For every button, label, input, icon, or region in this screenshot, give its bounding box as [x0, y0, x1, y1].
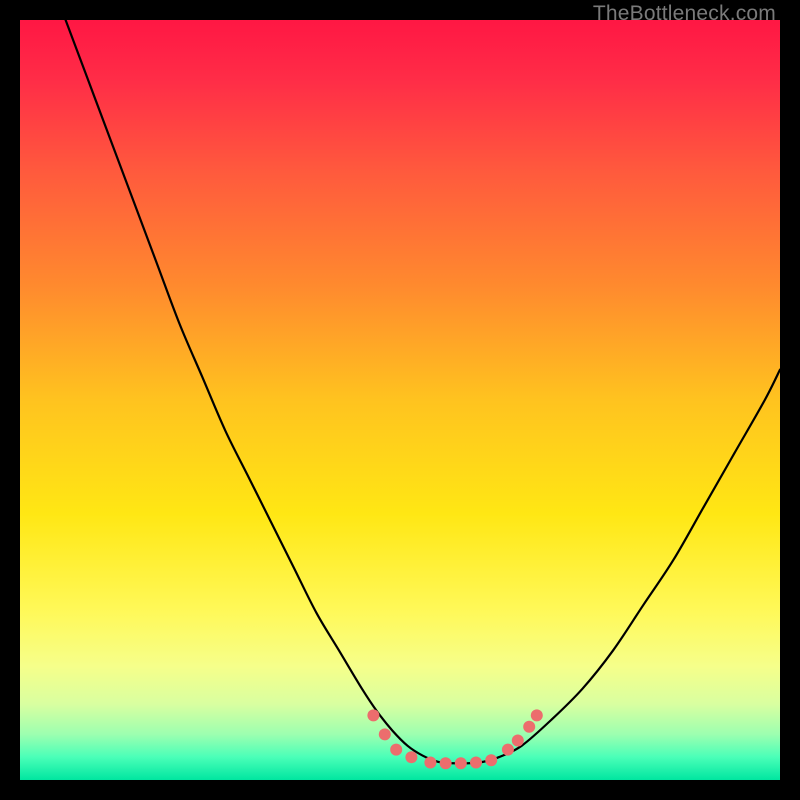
marker-point: [405, 751, 417, 763]
marker-point: [390, 744, 402, 756]
bottleneck-chart: [20, 20, 780, 780]
marker-point: [512, 734, 524, 746]
marker-point: [455, 757, 467, 769]
marker-point: [485, 754, 497, 766]
marker-point: [440, 757, 452, 769]
marker-point: [379, 728, 391, 740]
marker-point: [367, 709, 379, 721]
marker-point: [531, 709, 543, 721]
marker-point: [523, 721, 535, 733]
marker-point: [424, 757, 436, 769]
chart-frame: [20, 20, 780, 780]
marker-point: [470, 757, 482, 769]
marker-point: [502, 744, 514, 756]
gradient-bg: [20, 20, 780, 780]
